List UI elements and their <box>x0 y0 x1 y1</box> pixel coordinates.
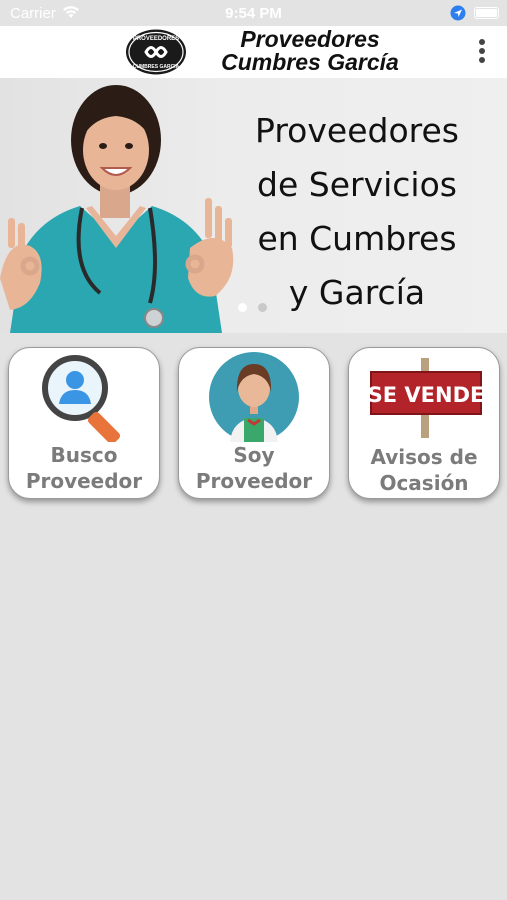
nurse-photo <box>0 85 234 333</box>
more-vertical-icon[interactable] <box>472 39 492 67</box>
card-label-line: Soy <box>233 443 275 467</box>
provider-avatar-icon <box>209 352 299 442</box>
i-am-provider-label: Soy Proveedor <box>179 442 329 494</box>
card-label-line: Busco <box>50 443 118 467</box>
search-provider-label: Busco Proveedor <box>9 442 159 494</box>
location-icon <box>450 5 466 21</box>
search-user-icon <box>42 355 121 442</box>
banner-line: Proveedores <box>255 111 459 150</box>
carousel-dot[interactable] <box>258 303 267 312</box>
carousel-dot-active[interactable] <box>238 303 247 312</box>
card-label-line: Avisos de <box>370 445 478 469</box>
app-title-line2: Cumbres García <box>221 49 399 75</box>
banner-line: de Servicios <box>257 165 457 204</box>
clock: 9:54 PM <box>225 5 282 22</box>
battery-icon <box>474 7 499 19</box>
banner-line: en Cumbres <box>257 219 457 258</box>
app-title-line1: Proveedores <box>240 26 380 52</box>
card-label-line: Proveedor <box>195 469 313 493</box>
search-provider-button[interactable]: Busco Proveedor <box>8 347 160 499</box>
logo-text-top: PROVEEDORES <box>133 36 179 42</box>
brand-logo: PROVEEDORES CUMBRES GARCIA <box>126 29 186 75</box>
banner-carousel[interactable]: Proveedores de Servicios en Cumbres y Ga… <box>0 78 507 333</box>
carousel-page-indicator <box>238 303 274 313</box>
se-vende-sign-icon: SE VENDE <box>368 358 485 438</box>
app-title: Proveedores Cumbres García <box>190 28 430 74</box>
logo-text-bottom: CUMBRES GARCIA <box>133 64 180 70</box>
card-label-line: Ocasión <box>379 471 469 495</box>
classified-ads-button[interactable]: SE VENDE Avisos de Ocasión <box>348 347 500 499</box>
classified-ads-label: Avisos de Ocasión <box>349 444 499 496</box>
card-label-line: Proveedor <box>25 469 143 493</box>
battery-fill <box>476 9 497 17</box>
i-am-provider-button[interactable]: Soy Proveedor <box>178 347 330 499</box>
nav-bar: PROVEEDORES CUMBRES GARCIA Proveedores C… <box>0 26 507 78</box>
banner-headline: Proveedores de Servicios en Cumbres y Ga… <box>232 104 482 320</box>
status-bar: Carrier 9:54 PM <box>0 0 507 26</box>
sign-text: SE VENDE <box>368 383 485 407</box>
